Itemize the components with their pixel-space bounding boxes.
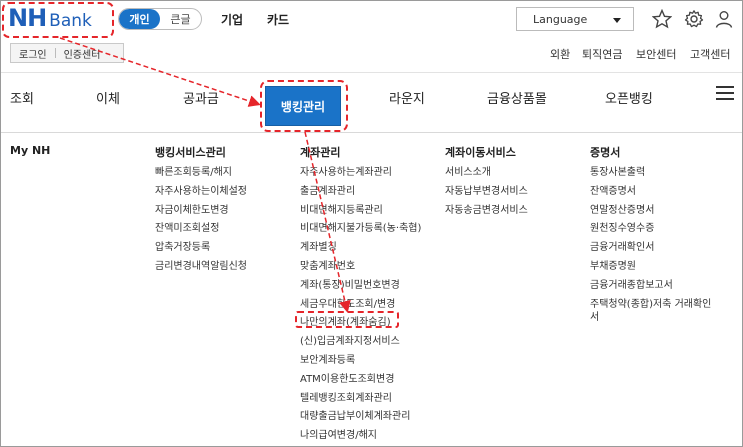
menu-item[interactable]: 자주사용하는이체설정 (155, 185, 247, 204)
menu-item[interactable]: 원천징수영수증 (590, 222, 720, 241)
column-account-switch[interactable]: 계좌이동서비스 (445, 144, 516, 160)
menu-item[interactable]: 대량출금납부이체계좌관리 (300, 410, 421, 429)
cert-center-button[interactable]: 인증센터 (56, 46, 109, 61)
chevron-down-icon (613, 18, 621, 23)
menu-item[interactable]: (신)입금계좌지정서비스 (300, 335, 421, 354)
menu-item[interactable]: 텔레뱅킹조회계좌관리 (300, 392, 421, 411)
nav-utility-bills[interactable]: 공과금 (183, 88, 219, 107)
nav-divider (1, 132, 742, 133)
star-icon[interactable] (652, 9, 672, 29)
customer-center-link[interactable]: 고객센터 (690, 46, 730, 62)
nav-transfer[interactable]: 이체 (96, 88, 120, 107)
menu-item[interactable]: 자주사용하는계좌관리 (300, 166, 421, 185)
menu-icon[interactable] (716, 86, 734, 100)
menu-item[interactable]: 자금이체한도변경 (155, 204, 247, 223)
nav-banking-management[interactable]: 뱅킹관리 (265, 86, 341, 126)
menu-item[interactable]: 서비스소개 (445, 166, 528, 185)
nh-bank-logo[interactable]: NH Bank (8, 4, 92, 32)
menu-item[interactable]: 비대면해지불가등록(농·축협) (300, 222, 421, 241)
retirement-pension-link[interactable]: 퇴직연금 (582, 46, 622, 62)
menu-item[interactable]: 비대면해지등록관리 (300, 204, 421, 223)
business-link[interactable]: 기업 (221, 11, 243, 28)
menu-item[interactable]: 압축거장등록 (155, 241, 247, 260)
menu-item[interactable]: 빠른조회등록/해지 (155, 166, 247, 185)
column-my-nh[interactable]: My NH (10, 144, 50, 157)
menu-item[interactable]: 연말정산증명서 (590, 204, 720, 223)
column-certificates[interactable]: 증명서 (590, 144, 620, 160)
card-link[interactable]: 카드 (267, 11, 289, 28)
login-box: 로그인 인증센터 (10, 43, 124, 63)
menu-item[interactable]: ATM이용한도조회변경 (300, 373, 421, 392)
menu-item[interactable]: 계좌(통장)비밀번호변경 (300, 279, 421, 298)
menu-item[interactable]: 금융거래확인서 (590, 241, 720, 260)
menu-item[interactable]: 주택청약(종합)저축 거래확인서 (590, 298, 720, 328)
menu-item[interactable]: 금리변경내역알림신청 (155, 260, 247, 279)
view-mode-toggle: 개인 큰글 (118, 8, 202, 30)
language-select[interactable]: Language (516, 7, 634, 31)
logo-bank-text: Bank (49, 11, 92, 31)
user-icon[interactable] (714, 9, 734, 29)
mode-personal-button[interactable]: 개인 (119, 9, 160, 29)
login-button[interactable]: 로그인 (11, 46, 55, 61)
menu-item[interactable]: 통장사본출력 (590, 166, 720, 185)
nav-product-mall[interactable]: 금융상품몰 (487, 88, 547, 107)
certificates-list: 통장사본출력 잔액증명서 연말정산증명서 원천징수영수증 금융거래확인서 부채증… (590, 166, 720, 328)
menu-item-highlight-box (295, 311, 399, 328)
menu-item[interactable]: 부채증명원 (590, 260, 720, 279)
menu-item[interactable]: 나의급여변경/해지 (300, 429, 421, 447)
menu-item[interactable]: 금융거래종합보고서 (590, 279, 720, 298)
menu-item[interactable]: 출금계좌관리 (300, 185, 421, 204)
language-select-value: Language (533, 12, 588, 26)
column-account-management[interactable]: 계좌관리 (300, 144, 340, 160)
nav-open-banking[interactable]: 오픈뱅킹 (605, 88, 653, 107)
account-management-list: 자주사용하는계좌관리 출금계좌관리 비대면해지등록관리 비대면해지불가등록(농·… (300, 166, 421, 447)
logo-nh-text: NH (8, 4, 47, 32)
mode-large-text-button[interactable]: 큰글 (160, 9, 201, 29)
menu-item[interactable]: 계좌별칭 (300, 241, 421, 260)
gear-icon[interactable] (684, 9, 704, 29)
menu-item[interactable]: 자동송금변경서비스 (445, 204, 528, 223)
banking-service-list: 빠른조회등록/해지 자주사용하는이체설정 자금이체한도변경 잔액미조회설정 압축… (155, 166, 247, 279)
foreign-exchange-link[interactable]: 외환 (550, 46, 570, 62)
menu-item[interactable]: 자동납부변경서비스 (445, 185, 528, 204)
nav-lounge[interactable]: 라운지 (389, 88, 425, 107)
menu-item[interactable]: 잔액미조회설정 (155, 222, 247, 241)
menu-item[interactable]: 보안계좌등록 (300, 354, 421, 373)
column-banking-service[interactable]: 뱅킹서비스관리 (155, 144, 226, 160)
menu-item[interactable]: 잔액증명서 (590, 185, 720, 204)
nav-inquiry[interactable]: 조회 (10, 88, 34, 107)
menu-item[interactable]: 맞춤계좌번호 (300, 260, 421, 279)
account-switch-list: 서비스소개 자동납부변경서비스 자동송금변경서비스 (445, 166, 528, 222)
security-center-link[interactable]: 보안센터 (636, 46, 676, 62)
header-divider (1, 72, 742, 73)
